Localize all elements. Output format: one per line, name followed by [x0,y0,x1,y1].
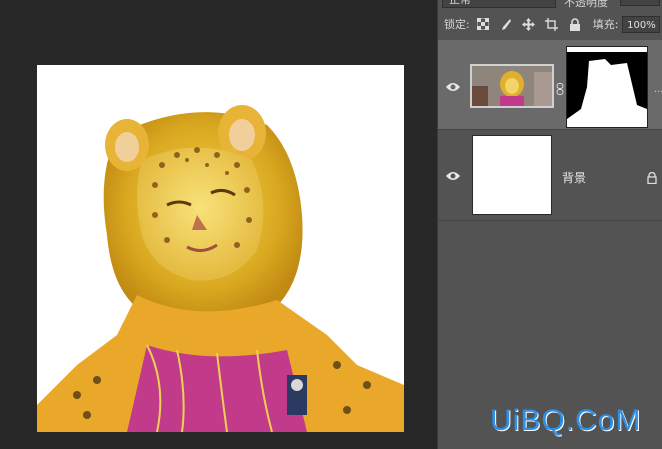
eye-icon[interactable] [446,82,460,92]
fill-field[interactable]: 100% [622,15,661,33]
panel-top-controls: 正常 不透明度 [438,0,662,10]
lock-label: 锁定: [444,18,470,31]
blend-mode-select[interactable]: 正常 [442,0,556,8]
layer-row-background[interactable]: 背景 [438,131,662,221]
canvas-area[interactable] [0,0,437,449]
watermark-text: UiBQ.CoM [490,404,642,437]
lock-bar: 锁定: 填充: 100% [438,12,662,36]
layers-panel: 正常 不透明度 锁定: 填充: 100% [437,0,662,449]
layer-lock-icon [646,169,658,185]
lock-image-pixels-icon[interactable] [499,17,513,31]
layer-row-selected[interactable]: ... [438,40,662,130]
layer-name-background[interactable]: 背景 [562,169,586,186]
lock-all-icon[interactable] [568,17,582,31]
lock-position-icon[interactable] [522,17,536,31]
lock-transparent-pixels-icon[interactable] [476,17,490,31]
lion-costume-image [37,105,404,432]
background-thumbnail[interactable] [472,135,552,215]
layer-more-indicator: ... [654,84,662,95]
layer-thumbnail[interactable] [470,64,554,108]
layer-mask-thumbnail[interactable] [566,46,648,128]
fill-label: 填充: [592,18,619,31]
lock-artboard-icon[interactable] [545,17,559,31]
opacity-label: 不透明度 [564,0,608,9]
opacity-field[interactable] [620,0,660,6]
document-canvas[interactable] [37,65,404,432]
mask-link-icon[interactable] [556,80,564,95]
eye-icon[interactable] [446,171,460,181]
